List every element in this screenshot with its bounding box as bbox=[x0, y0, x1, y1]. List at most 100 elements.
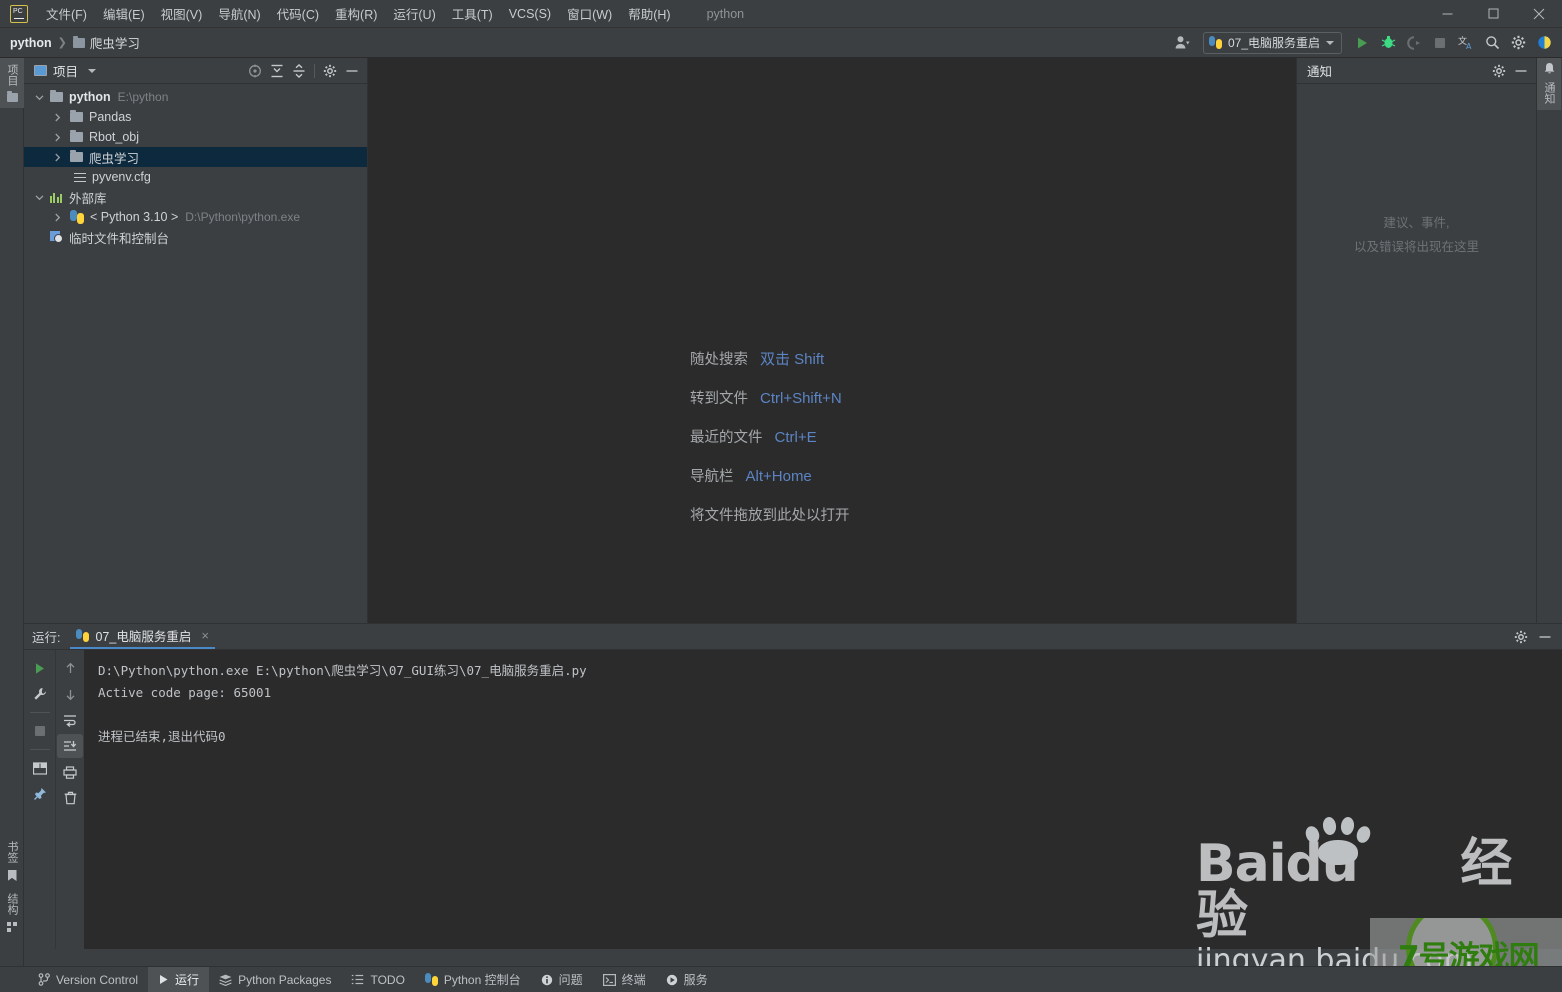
tree-row-pyvenv-cfg[interactable]: pyvenv.cfg bbox=[24, 167, 367, 187]
menu-edit[interactable]: 编辑(E) bbox=[95, 0, 153, 27]
pin-tab-icon[interactable] bbox=[27, 782, 53, 806]
menu-run[interactable]: 运行(U) bbox=[385, 0, 443, 27]
ide-assistant-icon[interactable] bbox=[1532, 31, 1556, 55]
rerun-button[interactable] bbox=[27, 656, 53, 680]
chevron-right-icon[interactable] bbox=[50, 130, 64, 144]
hint-search-everywhere: 随处搜索 双击 Shift bbox=[690, 348, 850, 369]
translate-icon[interactable]: 文 A bbox=[1454, 31, 1478, 55]
close-icon[interactable]: × bbox=[201, 628, 209, 643]
run-hide-minus-icon[interactable] bbox=[1534, 626, 1556, 648]
scroll-to-end-icon[interactable] bbox=[57, 734, 83, 758]
tree-row-rbot-obj[interactable]: Rbot_obj bbox=[24, 127, 367, 147]
sidebar-item-structure[interactable]: 结构 bbox=[0, 887, 24, 938]
main-toolbar: 07_电脑服务重启 文 A bbox=[1167, 31, 1562, 55]
menu-view[interactable]: 视图(V) bbox=[153, 0, 211, 27]
breadcrumb-item-project[interactable]: python bbox=[10, 36, 52, 50]
soft-wrap-icon[interactable] bbox=[57, 708, 83, 732]
chevron-right-icon[interactable] bbox=[50, 210, 64, 224]
edit-configuration-wrench-icon[interactable] bbox=[27, 682, 53, 706]
run-tab[interactable]: 07_电脑服务重启 × bbox=[70, 625, 215, 649]
folder-icon bbox=[70, 129, 83, 142]
left-tool-stripe: 项目 书签 结构 bbox=[0, 58, 24, 992]
run-button[interactable] bbox=[1350, 31, 1374, 55]
sidebar-item-project[interactable]: 项目 bbox=[0, 58, 24, 108]
menu-help[interactable]: 帮助(H) bbox=[620, 0, 678, 27]
hint-label: 导航栏 bbox=[690, 469, 734, 485]
notifications-hide-minus-icon[interactable] bbox=[1510, 60, 1532, 82]
breadcrumb-item-folder[interactable]: 爬虫学习 bbox=[90, 33, 140, 52]
tree-row-pandas[interactable]: Pandas bbox=[24, 107, 367, 127]
python-file-icon bbox=[76, 629, 90, 642]
project-panel-header: 项目 bbox=[24, 58, 367, 84]
run-header: 运行: 07_电脑服务重启 × bbox=[24, 624, 1562, 650]
tree-row-external-libraries[interactable]: 外部库 bbox=[24, 187, 367, 207]
project-options-gear-icon[interactable] bbox=[319, 60, 341, 82]
editor-area[interactable]: 随处搜索 双击 Shift 转到文件 Ctrl+Shift+N 最近的文件 Ct… bbox=[368, 58, 1296, 623]
gear-icon[interactable] bbox=[1506, 31, 1530, 55]
menu-refactor[interactable]: 重构(R) bbox=[327, 0, 385, 27]
minimize-button[interactable] bbox=[1424, 0, 1470, 28]
chevron-right-icon[interactable] bbox=[50, 150, 64, 164]
menu-window[interactable]: 窗口(W) bbox=[559, 0, 620, 27]
close-button[interactable] bbox=[1516, 0, 1562, 28]
status-tab-python-packages[interactable]: Python Packages bbox=[209, 967, 341, 992]
project-tree[interactable]: python E:\python Pandas Rbot_obj 爬虫学习 py… bbox=[24, 84, 367, 623]
collapse-all-icon[interactable] bbox=[288, 60, 310, 82]
status-tab-services[interactable]: 服务 bbox=[656, 967, 718, 992]
status-tab-label: TODO bbox=[370, 972, 405, 987]
stop-button[interactable] bbox=[27, 719, 53, 743]
next-occurrence-arrow-down-icon[interactable] bbox=[57, 682, 83, 706]
chevron-down-icon[interactable] bbox=[32, 90, 46, 104]
menu-file[interactable]: 文件(F) bbox=[38, 0, 95, 27]
status-tab-todo[interactable]: TODO bbox=[341, 967, 414, 992]
chevron-down-icon[interactable] bbox=[32, 190, 46, 204]
status-tab-terminal[interactable]: 终端 bbox=[593, 967, 656, 992]
branch-icon bbox=[38, 973, 50, 986]
account-icon[interactable] bbox=[1167, 31, 1201, 55]
todo-icon bbox=[352, 974, 364, 985]
run-with-coverage-button[interactable] bbox=[1402, 31, 1426, 55]
status-tab-python-console[interactable]: Python 控制台 bbox=[415, 967, 531, 992]
notifications-tool-window: 通知 建议、事件, 以及错误将出现在这里 bbox=[1296, 58, 1536, 623]
tree-row-python-sdk[interactable]: < Python 3.10 > D:\Python\python.exe bbox=[24, 207, 367, 227]
project-hide-minus-icon[interactable] bbox=[341, 60, 363, 82]
menu-tools[interactable]: 工具(T) bbox=[444, 0, 501, 27]
chevron-right-icon[interactable] bbox=[50, 110, 64, 124]
search-icon[interactable] bbox=[1480, 31, 1504, 55]
notifications-empty-state: 建议、事件, 以及错误将出现在这里 bbox=[1297, 84, 1536, 623]
sidebar-item-bookmarks[interactable]: 书签 bbox=[0, 835, 24, 887]
tree-row-crawler-study[interactable]: 爬虫学习 bbox=[24, 147, 367, 167]
status-tab-version-control[interactable]: Version Control bbox=[28, 967, 148, 992]
printer-icon[interactable] bbox=[57, 760, 83, 784]
menu-navigate[interactable]: 导航(N) bbox=[210, 0, 268, 27]
project-view-chevron-down-icon[interactable] bbox=[88, 68, 97, 73]
prev-occurrence-arrow-up-icon[interactable] bbox=[57, 656, 83, 680]
clear-all-trash-icon[interactable] bbox=[57, 786, 83, 810]
maximize-button[interactable] bbox=[1470, 0, 1516, 28]
expand-all-icon[interactable] bbox=[266, 60, 288, 82]
run-console-output[interactable]: D:\Python\python.exe E:\python\爬虫学习\07_G… bbox=[84, 650, 1562, 949]
tree-row-python[interactable]: python E:\python bbox=[24, 87, 367, 107]
layout-settings-icon[interactable] bbox=[27, 756, 53, 780]
menu-vcs[interactable]: VCS(S) bbox=[501, 3, 559, 25]
tree-row-scratches-and-consoles[interactable]: 临时文件和控制台 bbox=[24, 227, 367, 247]
menu-code[interactable]: 代码(C) bbox=[269, 0, 327, 27]
stop-button[interactable] bbox=[1428, 31, 1452, 55]
hint-label: 随处搜索 bbox=[690, 352, 748, 368]
library-icon bbox=[50, 192, 63, 203]
status-tab-label: 问题 bbox=[558, 973, 583, 987]
status-tab-run[interactable]: 运行 bbox=[148, 966, 210, 992]
notifications-gear-icon[interactable] bbox=[1488, 60, 1510, 82]
debug-button[interactable] bbox=[1376, 31, 1400, 55]
hint-go-to-file: 转到文件 Ctrl+Shift+N bbox=[690, 387, 850, 408]
run-header-buttons bbox=[1510, 626, 1562, 648]
folder-icon bbox=[70, 149, 83, 162]
notifications-empty-line-1: 建议、事件, bbox=[1383, 216, 1450, 230]
sidebar-item-notifications[interactable]: 通知 bbox=[1537, 58, 1561, 110]
status-tab-problems[interactable]: 问题 bbox=[531, 967, 593, 992]
target-icon[interactable] bbox=[244, 60, 266, 82]
run-configuration-selector[interactable]: 07_电脑服务重启 bbox=[1202, 31, 1342, 54]
run-body: D:\Python\python.exe E:\python\爬虫学习\07_G… bbox=[24, 650, 1562, 949]
run-settings-gear-icon[interactable] bbox=[1510, 626, 1532, 648]
problems-icon bbox=[541, 974, 552, 985]
